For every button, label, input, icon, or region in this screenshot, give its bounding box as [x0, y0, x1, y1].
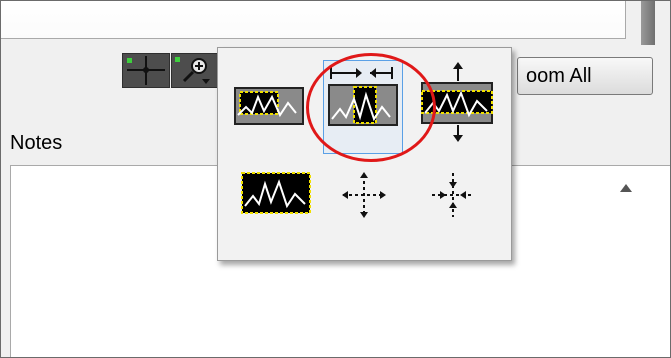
top-text-field[interactable] [1, 1, 626, 39]
zoom-icon [175, 57, 210, 84]
notes-label: Notes [10, 132, 63, 154]
zoom-out-point-option[interactable] [430, 171, 476, 219]
top-rail [641, 1, 655, 45]
zoom-out-about-point-icon [432, 173, 474, 217]
zoom-in-about-point-icon [342, 172, 386, 218]
crosshair-icon [127, 56, 165, 85]
zoom-all-label: oom All [526, 65, 592, 87]
scroll-up-arrow-icon[interactable] [619, 183, 633, 193]
window-frame: oom All Notes [0, 0, 671, 358]
zoom-fit-icon [241, 172, 311, 214]
zoom-rectangle-option[interactable] [234, 85, 304, 127]
zoom-fit-option[interactable] [241, 172, 311, 214]
crosshair-button[interactable] [122, 53, 170, 88]
highlight-circle [306, 53, 436, 162]
zoom-in-point-option[interactable] [341, 171, 387, 219]
zoom-rectangle-icon [234, 87, 304, 125]
zoom-tool-button[interactable] [171, 53, 218, 88]
